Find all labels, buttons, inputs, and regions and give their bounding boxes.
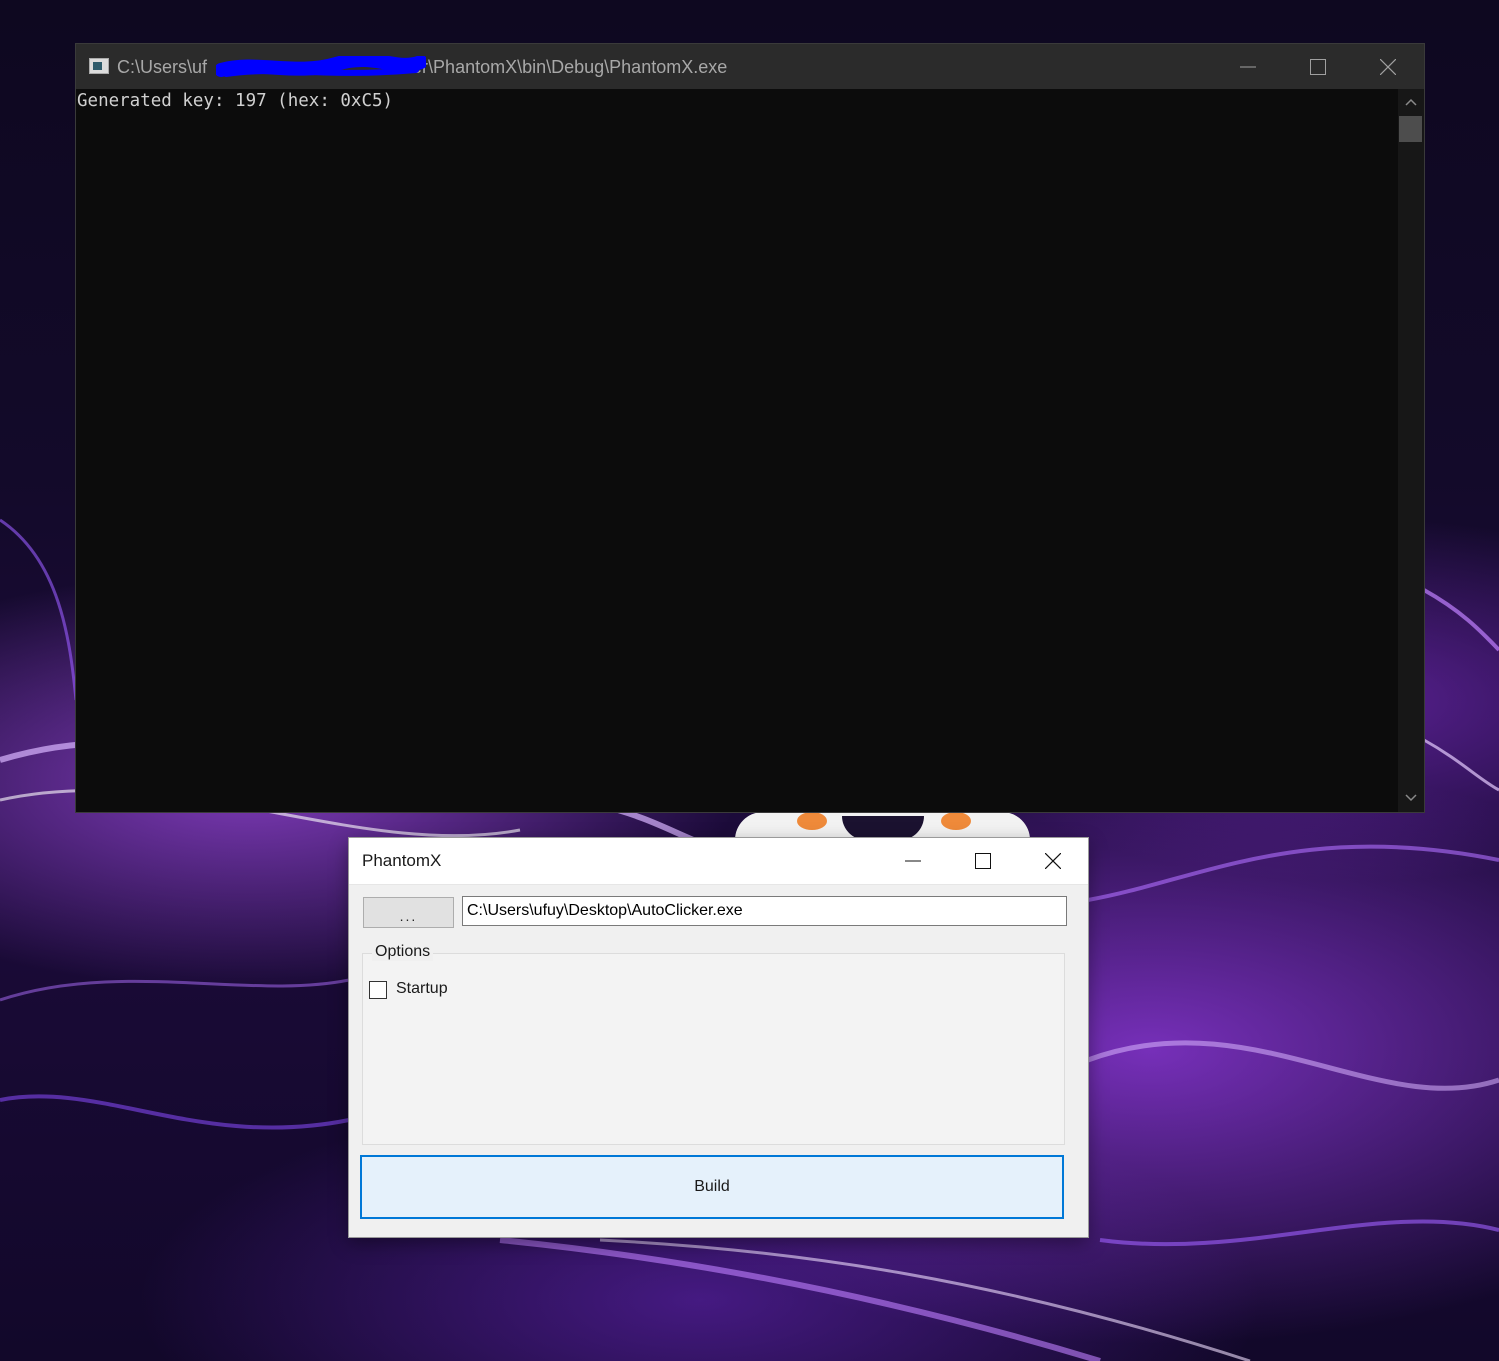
phantomx-title: PhantomX (362, 851, 442, 870)
minimize-icon (905, 860, 921, 862)
console-scroll-thumb[interactable] (1399, 116, 1422, 142)
console-titlebar[interactable]: C:\Users\uf lder\PhantomX\bin\Debug\Phant… (76, 44, 1424, 89)
ghost-right-cheek (941, 812, 971, 830)
console-maximize-button[interactable] (1283, 44, 1353, 89)
phantomx-titlebar[interactable]: PhantomX (349, 838, 1088, 885)
phantomx-minimize-button[interactable] (878, 838, 948, 884)
browse-button[interactable]: ... (363, 897, 454, 928)
startup-checkbox[interactable] (369, 981, 387, 999)
options-label: Options (372, 943, 434, 961)
file-path-input[interactable] (462, 896, 1067, 926)
console-minimize-button[interactable] (1213, 44, 1283, 89)
console-title-suffix: lder\PhantomX\bin\Debug\PhantomX.exe (398, 57, 728, 77)
scroll-up-icon[interactable] (1405, 97, 1417, 107)
console-output-line: Generated key: 197 (hex: 0xC5) (77, 91, 394, 111)
maximize-icon (975, 853, 991, 869)
build-button[interactable]: Build (360, 1155, 1064, 1219)
phantomx-maximize-button[interactable] (948, 838, 1018, 884)
startup-label[interactable]: Startup (396, 980, 448, 998)
console-title-prefix: C:\Users\uf (117, 57, 208, 77)
console-app-icon (89, 58, 109, 74)
close-icon (1045, 853, 1061, 869)
options-groupbox: Options Startup (362, 943, 1065, 1145)
console-window[interactable]: C:\Users\uf lder\PhantomX\bin\Debug\Phant… (76, 44, 1424, 812)
maximize-icon (1310, 59, 1326, 75)
console-output-area[interactable]: Generated key: 197 (hex: 0xC5) (76, 89, 1396, 812)
ghost-left-cheek (797, 812, 827, 830)
console-close-button[interactable] (1353, 44, 1423, 89)
phantomx-window[interactable]: PhantomX ... Options Startup Build (349, 838, 1088, 1237)
ghost-mouth (842, 816, 924, 840)
console-scrollbar[interactable] (1398, 89, 1424, 812)
phantomx-close-button[interactable] (1018, 838, 1088, 884)
close-icon (1380, 59, 1396, 75)
ghost-mascot (735, 812, 1030, 840)
redaction-scribble (216, 56, 426, 77)
scroll-down-icon[interactable] (1405, 793, 1417, 803)
minimize-icon (1240, 66, 1256, 68)
